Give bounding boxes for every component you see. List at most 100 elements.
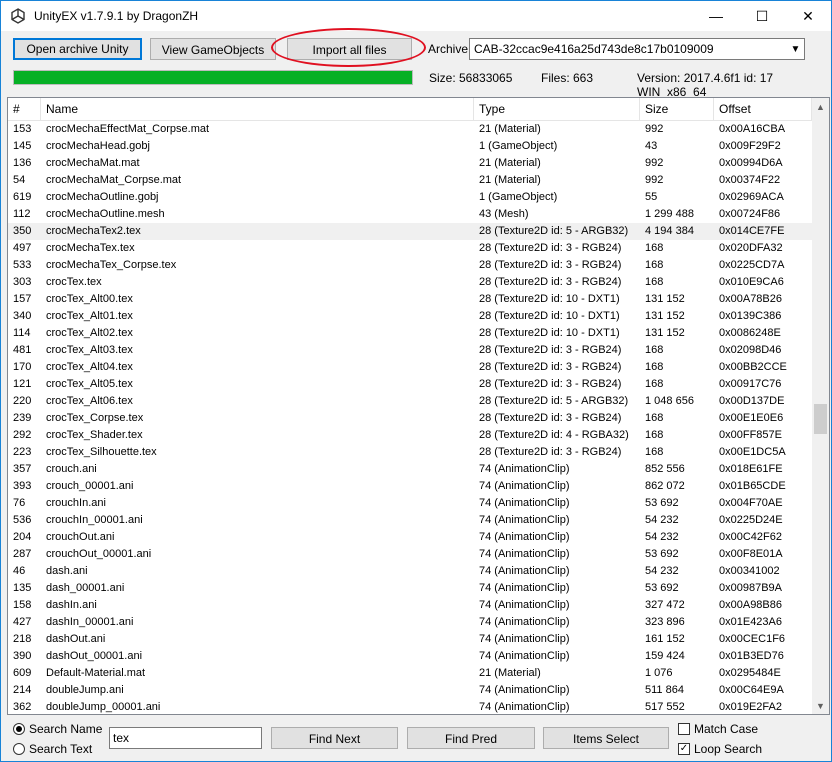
table-row[interactable]: 223 crocTex_Silhouette.tex 28 (Texture2D i…	[8, 444, 812, 461]
column-header[interactable]: #	[8, 98, 41, 120]
table-cell: 223	[13, 446, 32, 458]
maximize-icon[interactable]: ☐	[739, 1, 785, 31]
table-header: # Name Type Size Offset	[8, 98, 812, 121]
table-row[interactable]: 393 crouch_00001.ani 74 (AnimationClip) 862…	[8, 478, 812, 495]
table-row[interactable]: 46 dash.ani 74 (AnimationClip) 54 232 0x0034…	[8, 563, 812, 580]
table-row[interactable]: 303 crocTex.tex 28 (Texture2D id: 3 - RGB2…	[8, 274, 812, 291]
table-cell: 170	[13, 361, 32, 373]
table-cell: 157	[13, 293, 32, 305]
table-cell: crocTex.tex	[46, 276, 102, 288]
table-row[interactable]: 362 doubleJump_00001.ani 74 (AnimationClip…	[8, 699, 812, 714]
scroll-thumb[interactable]	[814, 404, 827, 434]
table-row[interactable]: 239 crocTex_Corpse.tex 28 (Texture2D id: 3…	[8, 410, 812, 427]
table-row[interactable]: 76 crouchIn.ani 74 (AnimationClip) 53 692 0x…	[8, 495, 812, 512]
loop-search-checkbox[interactable]: ✓	[678, 743, 690, 755]
table-row[interactable]: 350 crocMechaTex2.tex 28 (Texture2D id: 5 …	[8, 223, 812, 240]
close-icon[interactable]: ✕	[785, 1, 831, 31]
table-cell: 0x00E1DC5A	[719, 446, 786, 458]
table-row[interactable]: 220 crocTex_Alt06.tex 28 (Texture2D id: 5 …	[8, 393, 812, 410]
table-row[interactable]: 121 crocTex_Alt05.tex 28 (Texture2D id: 3 …	[8, 376, 812, 393]
table-row[interactable]: 340 crocTex_Alt01.tex 28 (Texture2D id: 10…	[8, 308, 812, 325]
archive-select[interactable]: CAB-32ccac9e416a25d743de8c17b0109009 ▼	[469, 38, 805, 60]
find-pred-button[interactable]: Find Pred	[407, 727, 535, 749]
table-row[interactable]: 54 crocMechaMat_Corpse.mat 21 (Material) 99…	[8, 172, 812, 189]
red-circle-annotation	[271, 28, 426, 67]
search-input[interactable]	[109, 727, 262, 749]
title-bar[interactable]: UnityEX v1.7.9.1 by DragonZH — ☐ ✕	[1, 1, 831, 31]
table-cell: crocTex_Alt02.tex	[46, 327, 133, 339]
table-cell: 74 (AnimationClip)	[479, 463, 570, 475]
table-row[interactable]: 214 doubleJump.ani 74 (AnimationClip) 511 8…	[8, 682, 812, 699]
table-row[interactable]: 357 crouch.ani 74 (AnimationClip) 852 556 0x…	[8, 461, 812, 478]
window-title: UnityEX v1.7.9.1 by DragonZH	[34, 9, 199, 23]
open-archive-button[interactable]: Open archive Unity	[13, 38, 142, 60]
column-header[interactable]: Name	[41, 98, 474, 120]
table-row[interactable]: 204 crouchOut.ani 74 (AnimationClip) 54 232…	[8, 529, 812, 546]
table-row[interactable]: 218 dashOut.ani 74 (AnimationClip) 161 152 0…	[8, 631, 812, 648]
table-row[interactable]: 292 crocTex_Shader.tex 28 (Texture2D id: 4…	[8, 427, 812, 444]
table-row[interactable]: 427 dashIn_00001.ani 74 (AnimationClip) 323…	[8, 614, 812, 631]
table-cell: 0x019E2FA2	[719, 701, 782, 713]
table-row[interactable]: 533 crocMechaTex_Corpse.tex 28 (Texture2D …	[8, 257, 812, 274]
table-cell: 0x00994D6A	[719, 157, 783, 169]
table-row[interactable]: 145 crocMechaHead.gobj 1 (GameObject) 43 0x0…	[8, 138, 812, 155]
column-header[interactable]: Offset	[714, 98, 812, 120]
table-cell: crocMechaTex2.tex	[46, 225, 141, 237]
table-row[interactable]: 287 crouchOut_00001.ani 74 (AnimationClip)…	[8, 546, 812, 563]
table-cell: 340	[13, 310, 32, 322]
table-cell: 153	[13, 123, 32, 135]
table-row[interactable]: 112 crocMechaOutline.mesh 43 (Mesh) 1 299 4…	[8, 206, 812, 223]
file-list-table[interactable]: # Name Type Size Offset 153 crocMechaEffectMa…	[7, 97, 830, 715]
table-cell: 0x018E61FE	[719, 463, 783, 475]
minimize-icon[interactable]: —	[693, 1, 739, 31]
table-row[interactable]: 619 crocMechaOutline.gobj 1 (GameObject) 55…	[8, 189, 812, 206]
scroll-up-icon[interactable]: ▲	[812, 98, 829, 115]
table-row[interactable]: 170 crocTex_Alt04.tex 28 (Texture2D id: 3 …	[8, 359, 812, 376]
table-cell: 46	[13, 565, 26, 577]
table-row[interactable]: 609 Default-Material.mat 21 (Material) 1 07…	[8, 665, 812, 682]
table-row[interactable]: 497 crocMechaTex.tex 28 (Texture2D id: 3 -…	[8, 240, 812, 257]
table-cell: 393	[13, 480, 32, 492]
view-gameobjects-button[interactable]: View GameObjects	[150, 38, 276, 60]
table-row[interactable]: 158 dashIn.ani 74 (AnimationClip) 327 472 0x…	[8, 597, 812, 614]
table-cell: 992	[645, 157, 664, 169]
table-cell: 28 (Texture2D id: 5 - ARGB32)	[479, 395, 629, 407]
table-row[interactable]: 135 dash_00001.ani 74 (AnimationClip) 53 69…	[8, 580, 812, 597]
table-row[interactable]: 536 crouchIn_00001.ani 74 (AnimationClip) 5…	[8, 512, 812, 529]
table-row[interactable]: 114 crocTex_Alt02.tex 28 (Texture2D id: 10…	[8, 325, 812, 342]
table-cell: crocMechaHead.gobj	[46, 140, 150, 152]
table-cell: 28 (Texture2D id: 3 - RGB24)	[479, 361, 622, 373]
chevron-down-icon[interactable]: ▼	[787, 39, 804, 59]
table-cell: 0x01B3ED76	[719, 650, 784, 662]
archive-size: Size: 56833065	[429, 71, 513, 85]
table-cell: 0x0139C386	[719, 310, 782, 322]
table-cell: 0x02098D46	[719, 344, 782, 356]
table-cell: 362	[13, 701, 32, 713]
loop-search-label: Loop Search	[694, 742, 763, 756]
table-cell: 74 (AnimationClip)	[479, 582, 570, 594]
search-text-radio[interactable]	[13, 743, 25, 755]
table-row[interactable]: 136 crocMechaMat.mat 21 (Material) 992 0x009…	[8, 155, 812, 172]
table-cell: dashIn_00001.ani	[46, 616, 134, 628]
items-select-button[interactable]: Items Select	[543, 727, 669, 749]
table-cell: 121	[13, 378, 32, 390]
table-cell: dashOut.ani	[46, 633, 106, 645]
table-cell: crocTex_Corpse.tex	[46, 412, 144, 424]
table-row[interactable]: 153 crocMechaEffectMat_Corpse.mat 21 (Mate…	[8, 121, 812, 138]
table-cell: dashOut_00001.ani	[46, 650, 143, 662]
table-cell: 323 896	[645, 616, 685, 628]
table-cell: 28 (Texture2D id: 3 - RGB24)	[479, 242, 622, 254]
column-header[interactable]: Type	[474, 98, 640, 120]
column-header[interactable]: Size	[640, 98, 714, 120]
table-row[interactable]: 390 dashOut_00001.ani 74 (AnimationClip) 15…	[8, 648, 812, 665]
table-cell: 21 (Material)	[479, 667, 541, 679]
match-case-checkbox[interactable]	[678, 723, 690, 735]
table-row[interactable]: 481 crocTex_Alt03.tex 28 (Texture2D id: 3 …	[8, 342, 812, 359]
vertical-scrollbar[interactable]: ▲ ▼	[812, 98, 829, 714]
search-name-radio[interactable]	[13, 723, 25, 735]
scroll-down-icon[interactable]: ▼	[812, 697, 829, 714]
find-next-button[interactable]: Find Next	[271, 727, 398, 749]
table-cell: 43	[645, 140, 658, 152]
table-cell: 992	[645, 174, 664, 186]
table-row[interactable]: 157 crocTex_Alt00.tex 28 (Texture2D id: 10…	[8, 291, 812, 308]
